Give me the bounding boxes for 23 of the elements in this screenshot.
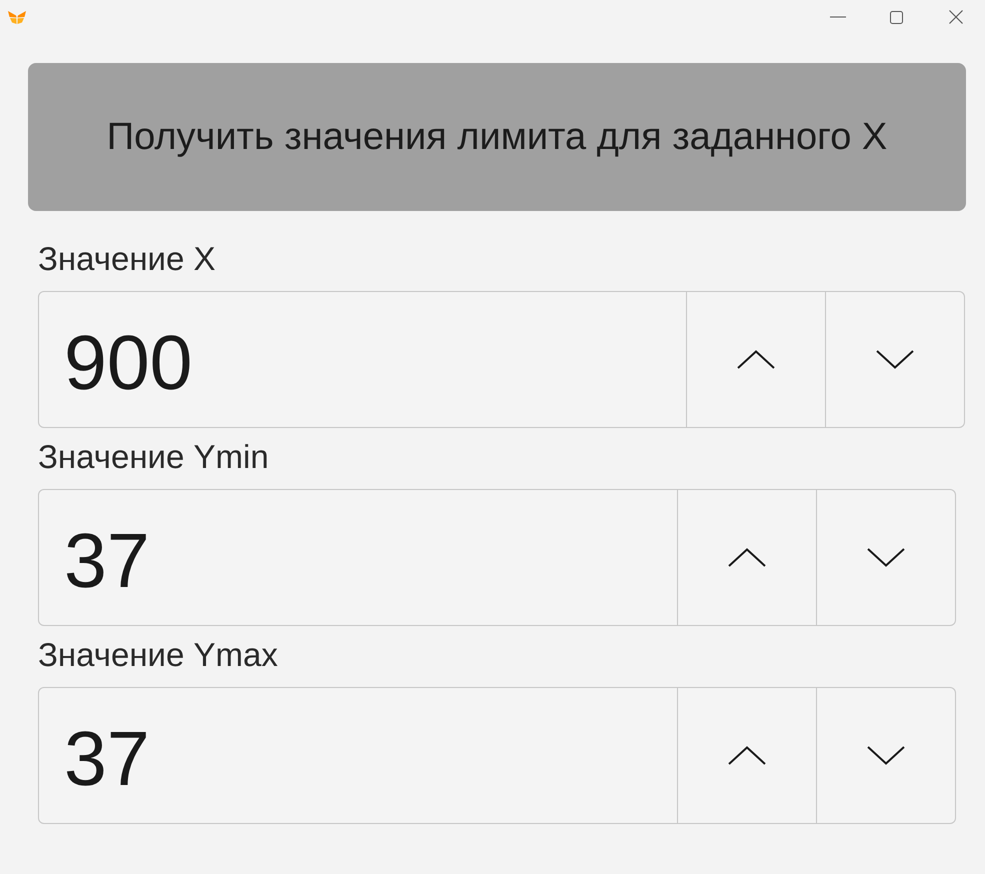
decrement-button[interactable] xyxy=(817,489,956,626)
close-icon xyxy=(948,10,962,24)
field-label: Значение X xyxy=(38,239,216,279)
maximize-icon xyxy=(890,10,903,24)
minimize-icon xyxy=(830,16,846,18)
number-input[interactable]: 37 xyxy=(38,489,678,626)
get-limits-button[interactable]: Получить значения лимита для заданного X xyxy=(28,63,966,211)
chevron-up-icon xyxy=(728,548,766,567)
number-input[interactable]: 900 xyxy=(38,291,687,428)
number-input[interactable]: 37 xyxy=(38,687,678,824)
chevron-up-icon xyxy=(728,746,766,765)
increment-button[interactable] xyxy=(687,291,826,428)
chevron-down-icon xyxy=(867,746,905,765)
chevron-down-icon xyxy=(876,350,914,369)
increment-button[interactable] xyxy=(678,687,817,824)
increment-button[interactable] xyxy=(678,489,817,626)
chevron-down-icon xyxy=(867,548,905,567)
decrement-button[interactable] xyxy=(826,291,965,428)
field-label: Значение Ymin xyxy=(38,437,269,477)
field-label: Значение Ymax xyxy=(38,635,278,675)
decrement-button[interactable] xyxy=(817,687,956,824)
butterfly-icon xyxy=(8,10,26,24)
chevron-up-icon xyxy=(737,350,775,369)
